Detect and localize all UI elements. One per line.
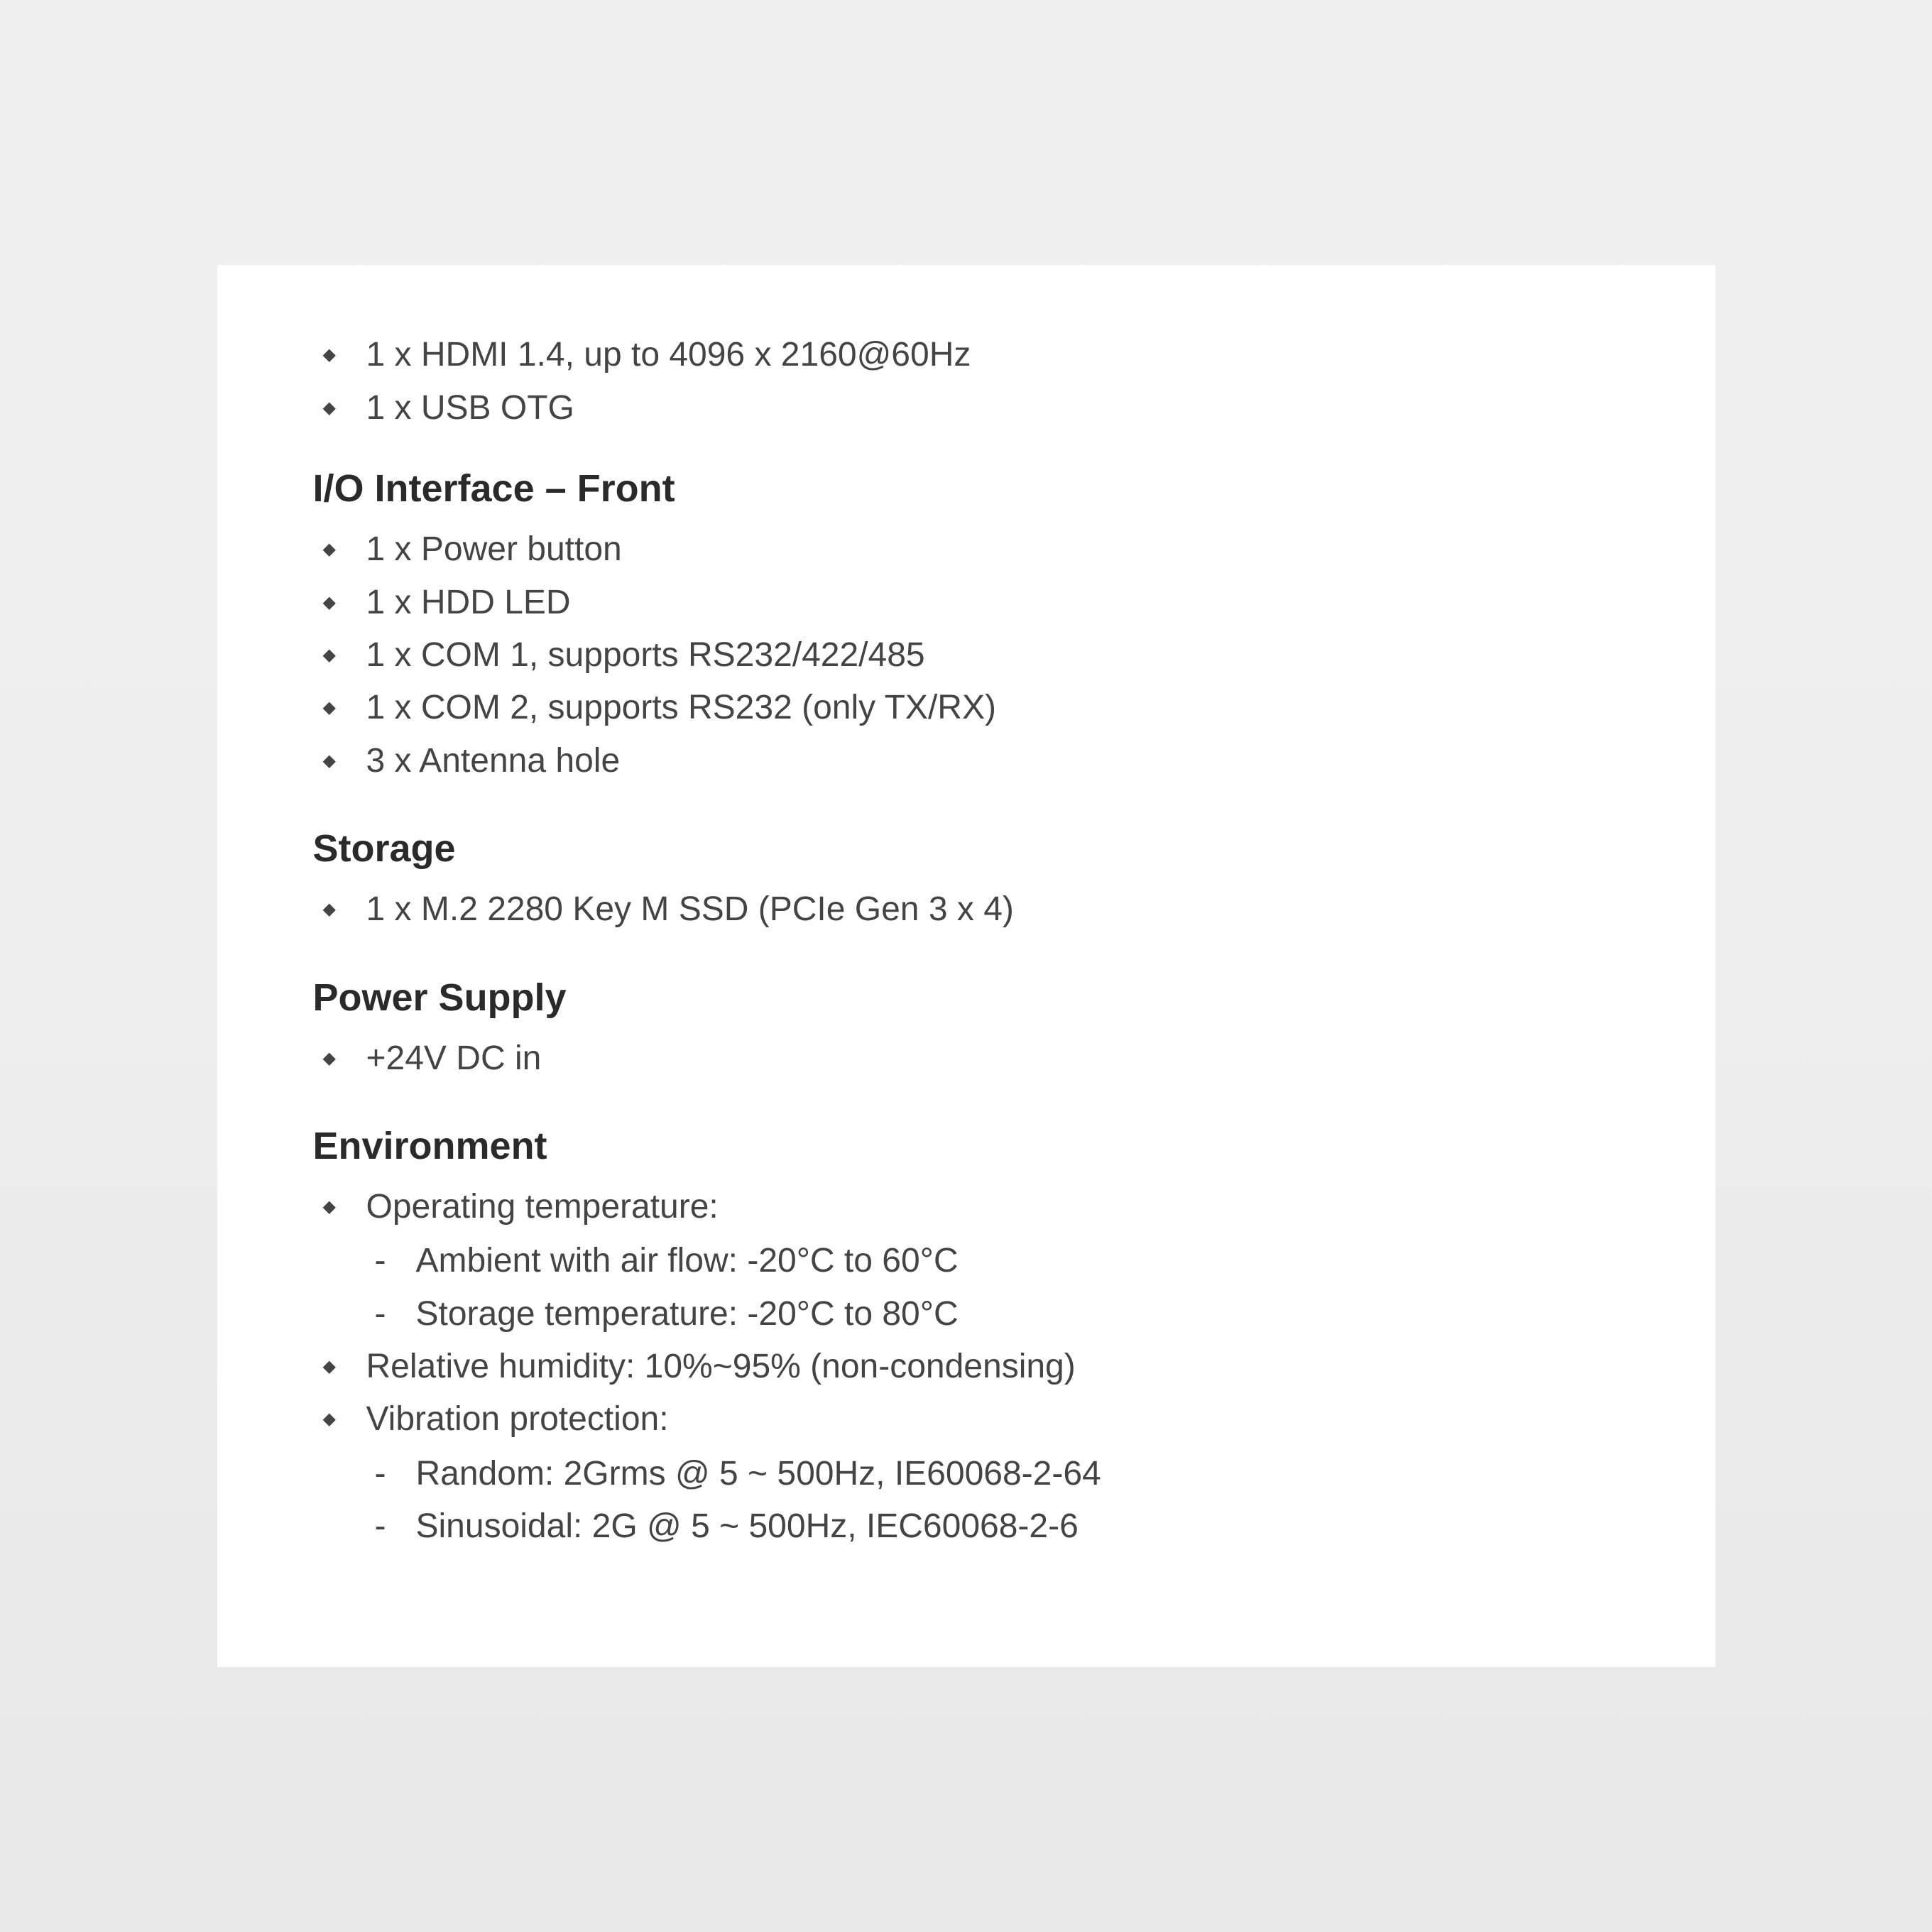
- sub-list-item: Ambient with air flow: -20°C to 60°C: [366, 1235, 1620, 1287]
- list-item: 1 x COM 1, supports RS232/422/485: [313, 629, 1620, 682]
- section-heading-storage: Storage: [313, 826, 1620, 871]
- list-item: Vibration protection: Random: 2Grms @ 5 …: [313, 1393, 1620, 1553]
- environment-list: Operating temperature: Ambient with air …: [313, 1181, 1620, 1554]
- section-heading-environment: Environment: [313, 1124, 1620, 1168]
- section-storage: Storage 1 x M.2 2280 Key M SSD (PCIe Gen…: [313, 826, 1620, 936]
- list-item: 1 x USB OTG: [313, 382, 1620, 435]
- sub-list: Random: 2Grms @ 5 ~ 500Hz, IE60068-2-64 …: [366, 1448, 1620, 1554]
- sub-list-item: Storage temperature: -20°C to 80°C: [366, 1288, 1620, 1341]
- list-item: Operating temperature: Ambient with air …: [313, 1181, 1620, 1341]
- section-heading-io-front: I/O Interface – Front: [313, 466, 1620, 511]
- section-environment: Environment Operating temperature: Ambie…: [313, 1124, 1620, 1554]
- section-heading-power-supply: Power Supply: [313, 976, 1620, 1020]
- list-item: 1 x Power button: [313, 523, 1620, 576]
- section-io-front: I/O Interface – Front 1 x Power button 1…: [313, 466, 1620, 787]
- sub-list-item: Random: 2Grms @ 5 ~ 500Hz, IE60068-2-64: [366, 1448, 1620, 1500]
- io-front-list: 1 x Power button 1 x HDD LED 1 x COM 1, …: [313, 523, 1620, 787]
- sub-list-item: Sinusoidal: 2G @ 5 ~ 500Hz, IEC60068-2-6: [366, 1500, 1620, 1553]
- section-power-supply: Power Supply +24V DC in: [313, 976, 1620, 1085]
- list-item: 1 x M.2 2280 Key M SSD (PCIe Gen 3 x 4): [313, 883, 1620, 936]
- list-item-text: Vibration protection:: [366, 1400, 669, 1438]
- list-item: 1 x HDMI 1.4, up to 4096 x 2160@60Hz: [313, 329, 1620, 381]
- list-item: Relative humidity: 10%~95% (non-condensi…: [313, 1341, 1620, 1393]
- power-supply-list: +24V DC in: [313, 1032, 1620, 1085]
- spec-card: 1 x HDMI 1.4, up to 4096 x 2160@60Hz 1 x…: [217, 265, 1715, 1666]
- list-item: +24V DC in: [313, 1032, 1620, 1085]
- list-item: 1 x COM 2, supports RS232 (only TX/RX): [313, 682, 1620, 734]
- list-item-text: Relative humidity: 10%~95% (non-condensi…: [366, 1348, 1076, 1385]
- list-item-text: Operating temperature:: [366, 1188, 719, 1226]
- list-item: 1 x HDD LED: [313, 577, 1620, 629]
- sub-list: Ambient with air flow: -20°C to 60°C Sto…: [366, 1235, 1620, 1341]
- storage-list: 1 x M.2 2280 Key M SSD (PCIe Gen 3 x 4): [313, 883, 1620, 936]
- top-continuation-list: 1 x HDMI 1.4, up to 4096 x 2160@60Hz 1 x…: [313, 329, 1620, 435]
- list-item: 3 x Antenna hole: [313, 735, 1620, 787]
